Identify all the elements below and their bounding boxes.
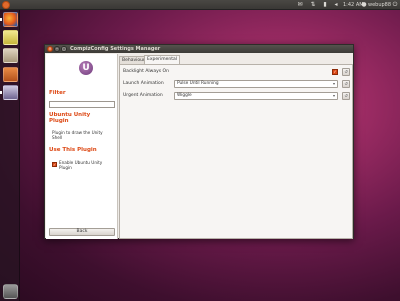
launcher [0, 10, 20, 301]
user-icon[interactable]: ● [360, 1, 368, 9]
power-icon[interactable]: ⏻ [391, 1, 399, 9]
enable-plugin-checkbox[interactable]: ✓ [52, 162, 57, 167]
left-pane: U Filter Ubuntu Unity Plugin Plugin to d… [46, 54, 118, 239]
notes-icon[interactable] [3, 30, 18, 45]
titlebar[interactable]: × – □ CompizConfig Settings Manager [45, 45, 353, 53]
launch-animation-select[interactable]: Pulse Until Running ▾ [174, 80, 338, 88]
settings-panel-icon[interactable] [3, 85, 18, 100]
setting-row-backlight: Backlight Always On ✓ ↺ [120, 67, 352, 77]
battery-icon[interactable]: ▮ [321, 1, 329, 9]
ccsm-window: × – □ CompizConfig Settings Manager U Fi… [44, 44, 354, 239]
plugin-logo-icon: U [79, 61, 93, 75]
settings-panel: Backlight Always On ✓ ↺ Launch Animation… [119, 64, 353, 239]
back-button[interactable]: Back [49, 228, 115, 236]
plugin-description: Plugin to draw the Unity Shell [52, 130, 103, 140]
chevron-down-icon: ▾ [332, 93, 335, 98]
plugin-name: Ubuntu Unity Plugin [49, 112, 91, 124]
top-panel: ✉ ⇅ ▮ ◂ 1:42 AM ● webup88 ⏻ [0, 0, 400, 10]
urgent-animation-select[interactable]: Wiggle ▾ [174, 92, 338, 100]
setting-row-urgent-animation: Urgent Animation Wiggle ▾ ↺ [120, 91, 352, 101]
use-plugin-heading: Use This Plugin [49, 147, 97, 153]
trash-icon[interactable] [3, 284, 18, 299]
setting-label: Backlight Always On [123, 69, 169, 74]
running-indicator [0, 91, 2, 94]
reset-icon[interactable]: ↺ [342, 92, 350, 100]
backlight-checkbox[interactable]: ✓ [332, 69, 338, 75]
folder-icon[interactable] [3, 48, 18, 63]
envelope-icon[interactable]: ✉ [296, 1, 304, 9]
select-value: Pulse Until Running [177, 81, 219, 86]
maximize-icon[interactable]: □ [61, 46, 67, 52]
chevron-down-icon: ▾ [332, 81, 335, 86]
filter-heading: Filter [49, 90, 66, 96]
select-value: Wiggle [177, 93, 192, 98]
minimize-icon[interactable]: – [54, 46, 60, 52]
ubuntu-logo-icon[interactable] [2, 1, 10, 9]
tab-experimental[interactable]: Experimental [144, 55, 181, 64]
firefox-icon[interactable] [3, 12, 18, 27]
setting-label: Launch Animation [123, 81, 164, 86]
enable-plugin-label[interactable]: Enable Ubuntu Unity Plugin [59, 160, 109, 170]
volume-icon[interactable]: ◂ [332, 1, 340, 9]
office-icon[interactable] [3, 67, 18, 82]
setting-label: Urgent Animation [123, 93, 163, 98]
close-icon[interactable]: × [47, 46, 53, 52]
user-name[interactable]: webup88 [368, 1, 391, 9]
network-icon[interactable]: ⇅ [309, 1, 317, 9]
reset-icon[interactable]: ↺ [342, 68, 350, 76]
setting-row-launch-animation: Launch Animation Pulse Until Running ▾ ↺ [120, 79, 352, 89]
filter-input[interactable] [49, 101, 115, 108]
running-indicator [0, 18, 2, 21]
reset-icon[interactable]: ↺ [342, 80, 350, 88]
window-title: CompizConfig Settings Manager [70, 46, 161, 52]
